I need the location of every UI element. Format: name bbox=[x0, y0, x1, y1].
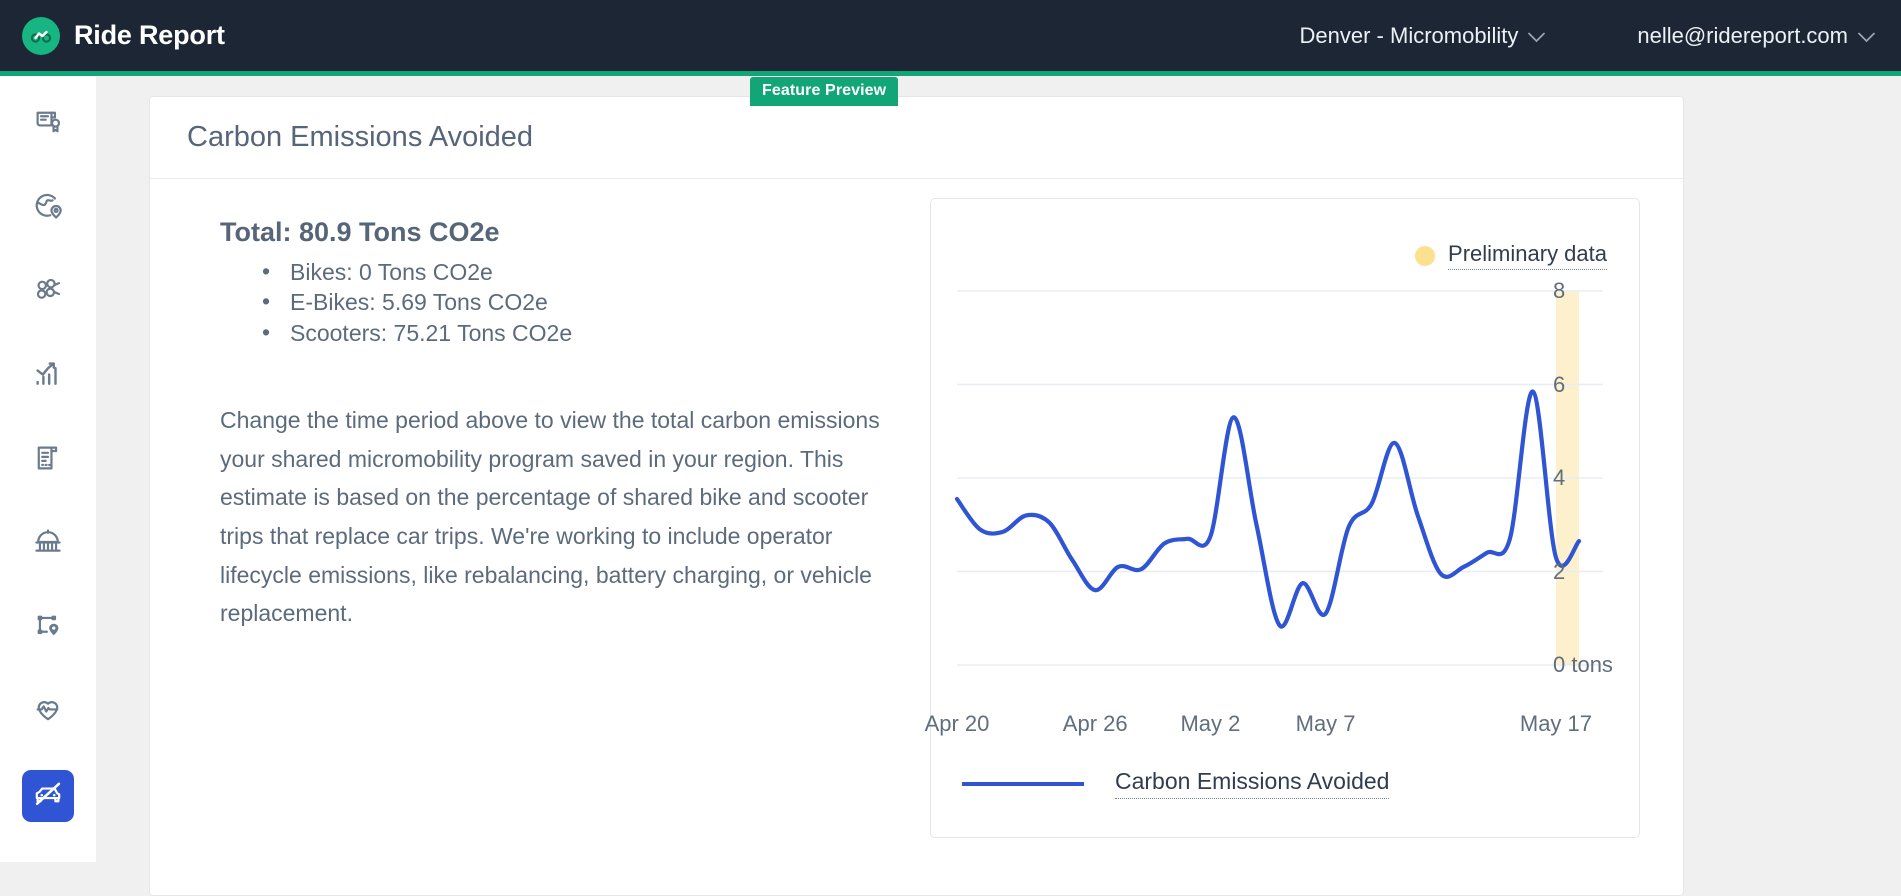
region-selector[interactable]: Denver - Micromobility bbox=[1300, 23, 1546, 49]
chart-panel: Preliminary data 0 tons 2 4 6 8 Apr 20 Apr 26… bbox=[925, 198, 1641, 838]
series-legend[interactable]: Carbon Emissions Avoided bbox=[962, 768, 1390, 799]
user-menu[interactable]: nelle@ridereport.com bbox=[1637, 23, 1875, 49]
x-axis-tick-label: Apr 20 bbox=[924, 711, 990, 736]
y-axis-tick-label: 0 tons bbox=[1553, 652, 1613, 677]
list-item: Bikes: 0 Tons CO2e bbox=[260, 256, 870, 287]
sidebar-item-carbon-emissions[interactable] bbox=[22, 770, 74, 822]
chevron-down-icon bbox=[1528, 23, 1546, 49]
sidebar-navigation bbox=[0, 76, 96, 862]
preliminary-data-legend[interactable]: Preliminary data bbox=[1415, 241, 1607, 270]
sidebar-item-vehicles[interactable] bbox=[22, 266, 74, 318]
feature-preview-badge: Feature Preview bbox=[750, 77, 899, 106]
topbar-right-group: Denver - Micromobility nelle@ridereport.… bbox=[1300, 23, 1901, 49]
sidebar-item-map[interactable] bbox=[22, 182, 74, 234]
list-item: Scooters: 75.21 Tons CO2e bbox=[260, 317, 870, 348]
sidebar-item-policy[interactable] bbox=[22, 518, 74, 570]
user-email: nelle@ridereport.com bbox=[1637, 22, 1848, 48]
x-axis-tick-label: May 7 bbox=[1295, 711, 1356, 736]
y-axis-tick-label: 2 bbox=[1553, 558, 1566, 584]
x-axis-tick-label: May 17 bbox=[1519, 711, 1593, 736]
y-axis-tick-label: 4 bbox=[1553, 465, 1566, 490]
y-axis-tick-label: 8 bbox=[1553, 278, 1566, 303]
bike-circle-logo-icon bbox=[22, 16, 60, 55]
sidebar-item-reports[interactable] bbox=[22, 434, 74, 486]
sidebar-item-geofences[interactable] bbox=[22, 602, 74, 654]
description-text: Change the time period above to view the… bbox=[220, 407, 880, 627]
x-axis-tick-label: May 2 bbox=[1180, 711, 1241, 736]
top-navigation-bar: Ride Report Denver - Micromobility nelle… bbox=[0, 0, 1901, 76]
series-legend-label: Carbon Emissions Avoided bbox=[1115, 768, 1390, 799]
list-item: E-Bikes: 5.69 Tons CO2e bbox=[260, 286, 870, 317]
total-emissions-label: Total: 80.9 Tons CO2e bbox=[220, 217, 500, 247]
permit-scroll-icon bbox=[33, 107, 63, 142]
main-content: Feature Preview Carbon Emissions Avoided… bbox=[96, 76, 1901, 896]
geofence-area-pin-icon bbox=[33, 611, 63, 646]
bar-chart-trend-icon bbox=[33, 359, 63, 394]
brand-name: Ride Report bbox=[74, 20, 225, 50]
globe-pin-icon bbox=[33, 191, 63, 226]
page-title: Carbon Emissions Avoided bbox=[187, 121, 534, 153]
chevron-down-icon bbox=[1858, 23, 1875, 49]
card-header: Carbon Emissions Avoided bbox=[150, 97, 1683, 179]
preliminary-data-label: Preliminary data bbox=[1448, 241, 1607, 270]
x-axis-labels: Apr 20 Apr 26 May 2 May 7 May 17 bbox=[925, 711, 1641, 751]
emissions-breakdown-list: Bikes: 0 Tons CO2e E-Bikes: 5.69 Tons CO… bbox=[220, 256, 870, 348]
summary-column: Total: 80.9 Tons CO2e Bikes: 0 Tons CO2e… bbox=[150, 217, 880, 838]
vehicle-cluster-icon bbox=[33, 275, 63, 310]
sidebar-item-permits[interactable] bbox=[22, 98, 74, 150]
region-label: Denver - Micromobility bbox=[1299, 22, 1519, 48]
carbon-emissions-card: Feature Preview Carbon Emissions Avoided… bbox=[149, 77, 1684, 896]
health-pulse-heart-icon bbox=[33, 695, 63, 730]
sidebar-item-health[interactable] bbox=[22, 686, 74, 738]
series-color-swatch bbox=[962, 781, 1084, 786]
card-body: Total: 80.9 Tons CO2e Bikes: 0 Tons CO2e… bbox=[150, 179, 1683, 838]
y-axis-labels: 0 tons 2 4 6 8 bbox=[1507, 278, 1627, 699]
x-axis-tick-label: Apr 26 bbox=[1062, 711, 1128, 736]
car-free-icon bbox=[33, 779, 63, 814]
report-document-icon bbox=[33, 443, 63, 478]
brand[interactable]: Ride Report bbox=[22, 16, 225, 55]
preliminary-dot-icon bbox=[1415, 245, 1436, 266]
y-axis-tick-label: 6 bbox=[1553, 371, 1566, 397]
sidebar-item-analytics[interactable] bbox=[22, 350, 74, 402]
policy-government-icon bbox=[33, 527, 63, 562]
